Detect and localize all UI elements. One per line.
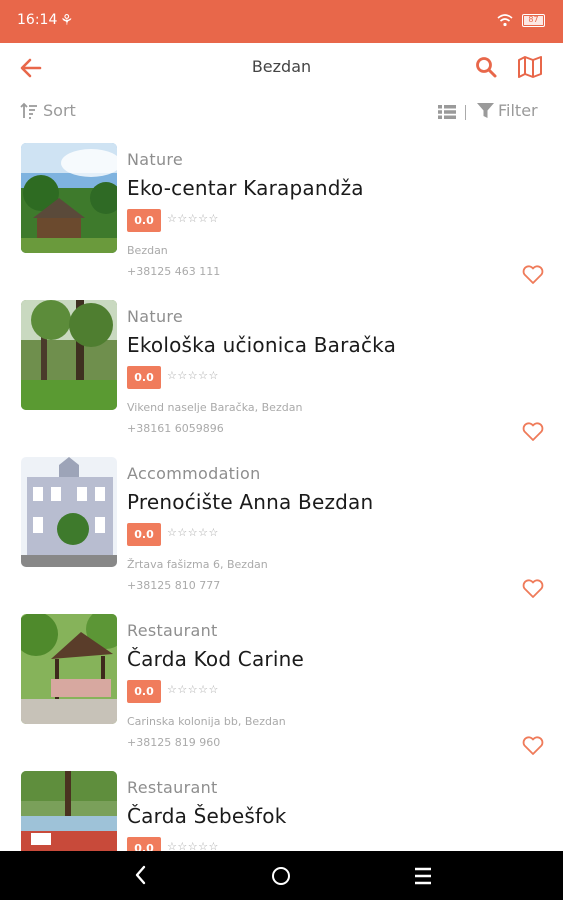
place-name[interactable]: Čarda Kod Carine xyxy=(127,647,304,671)
place-name[interactable]: Eko-centar Karapandža xyxy=(127,176,364,200)
search-icon[interactable] xyxy=(474,55,498,79)
star-rating: ☆☆☆☆☆ xyxy=(167,369,219,382)
nav-recents-icon[interactable] xyxy=(414,867,432,885)
place-category: Restaurant xyxy=(127,621,218,640)
system-nav-bar xyxy=(0,851,563,900)
battery-icon: 87 xyxy=(522,14,545,27)
list-view-icon[interactable] xyxy=(438,105,456,119)
place-name[interactable]: Čarda Šebešfok xyxy=(127,804,286,828)
heart-icon[interactable] xyxy=(522,579,544,599)
place-phone[interactable]: +38161 6059896 xyxy=(127,422,224,435)
status-time: 16:14 xyxy=(17,12,58,28)
place-name[interactable]: Ekološka učionica Baračka xyxy=(127,333,396,357)
sort-icon xyxy=(20,102,37,119)
notification-icon: ⚘ xyxy=(60,11,74,29)
place-address: Bezdan xyxy=(127,244,168,257)
heart-icon[interactable] xyxy=(522,265,544,285)
list-item[interactable]: Accommodation Prenoćište Anna Bezdan 0.0… xyxy=(0,454,563,611)
place-category: Nature xyxy=(127,307,184,326)
sort-label: Sort xyxy=(43,101,76,120)
place-thumbnail xyxy=(21,143,117,253)
place-address: Carinska kolonija bb, Bezdan xyxy=(127,715,286,728)
app-bar: Bezdan xyxy=(0,43,563,91)
star-rating: ☆☆☆☆☆ xyxy=(167,526,219,539)
place-name[interactable]: Prenoćište Anna Bezdan xyxy=(127,490,373,514)
place-thumbnail xyxy=(21,300,117,410)
battery-level: 87 xyxy=(528,15,539,24)
rating-badge: 0.0 xyxy=(127,680,161,703)
list-item[interactable]: Restaurant Čarda Kod Carine 0.0 ☆☆☆☆☆ Ca… xyxy=(0,611,563,768)
list-item[interactable]: Nature Ekološka učionica Baračka 0.0 ☆☆☆… xyxy=(0,297,563,454)
filter-button[interactable]: Filter xyxy=(477,101,538,120)
place-thumbnail xyxy=(21,614,117,724)
filter-label: Filter xyxy=(498,101,538,120)
place-phone[interactable]: +38125 463 111 xyxy=(127,265,220,278)
heart-icon[interactable] xyxy=(522,736,544,756)
places-list: Nature Eko-centar Karapandža 0.0 ☆☆☆☆☆ B… xyxy=(0,140,563,900)
nav-home-icon[interactable] xyxy=(272,867,290,885)
place-category: Nature xyxy=(127,150,184,169)
list-item[interactable]: Nature Eko-centar Karapandža 0.0 ☆☆☆☆☆ B… xyxy=(0,140,563,297)
star-rating: ☆☆☆☆☆ xyxy=(167,683,219,696)
rating-badge: 0.0 xyxy=(127,366,161,389)
place-phone[interactable]: +38125 819 960 xyxy=(127,736,220,749)
place-address: Žrtava fašizma 6, Bezdan xyxy=(127,558,268,571)
rating-badge: 0.0 xyxy=(127,523,161,546)
place-category: Accommodation xyxy=(127,464,261,483)
sort-button[interactable]: Sort xyxy=(20,101,76,120)
place-category: Restaurant xyxy=(127,778,218,797)
filter-icon xyxy=(477,103,494,118)
heart-icon[interactable] xyxy=(522,422,544,442)
nav-back-icon[interactable] xyxy=(131,864,151,886)
place-thumbnail xyxy=(21,457,117,567)
place-phone[interactable]: +38125 810 777 xyxy=(127,579,220,592)
place-address: Vikend naselje Baračka, Bezdan xyxy=(127,401,303,414)
wifi-icon xyxy=(497,14,513,27)
map-icon[interactable] xyxy=(517,55,543,79)
toolbar-divider xyxy=(465,105,466,120)
rating-badge: 0.0 xyxy=(127,209,161,232)
list-toolbar: Sort Filter xyxy=(0,95,563,129)
star-rating: ☆☆☆☆☆ xyxy=(167,212,219,225)
status-bar: 16:14 ⚘ 87 xyxy=(0,0,563,43)
